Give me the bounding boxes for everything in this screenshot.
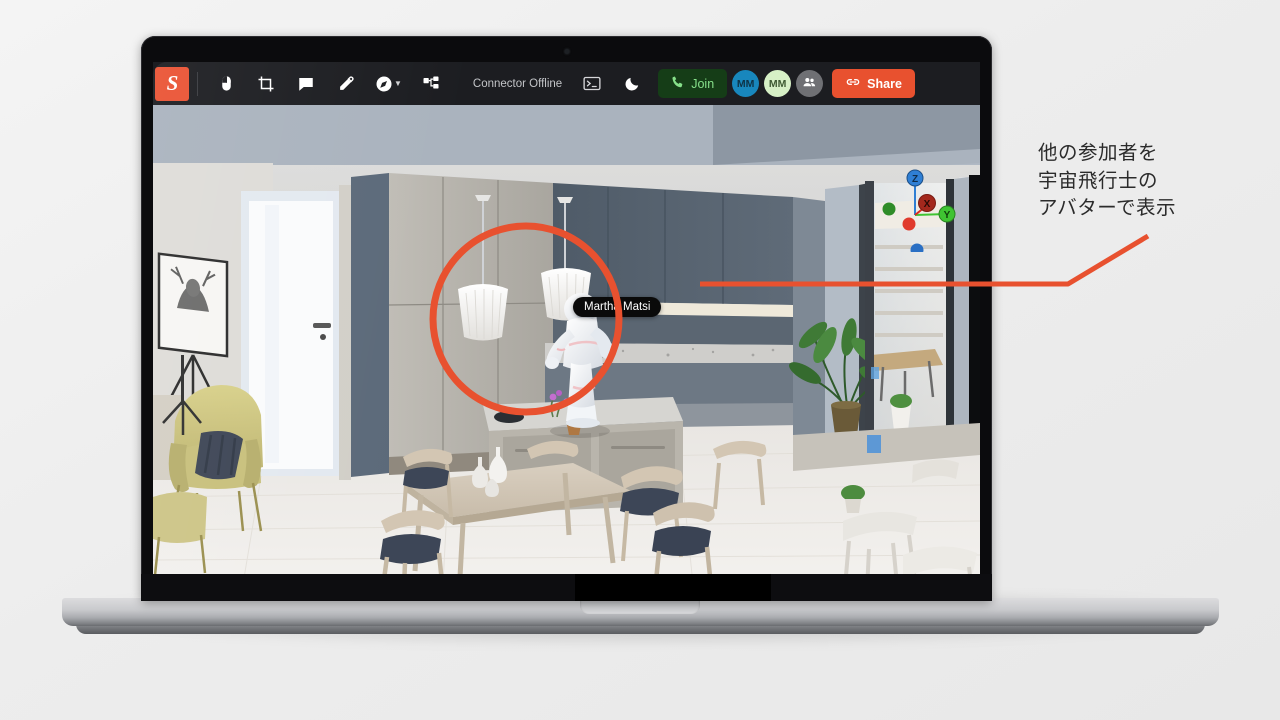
join-call-button[interactable]: Join [658, 69, 728, 98]
annotation-line-1: 他の参加者を [1038, 141, 1159, 164]
phone-icon [671, 75, 685, 92]
navigate-tool-button[interactable]: ▼ [371, 69, 406, 99]
avatar[interactable]: MM [732, 70, 760, 97]
app-logo[interactable]: S [155, 66, 189, 101]
laptop-screen: S ▼ Connector Offline Join MM MM Share M… [153, 62, 980, 584]
crop-icon [257, 75, 275, 93]
highlight-circle [429, 222, 623, 416]
eyedropper-tool-button[interactable] [331, 69, 361, 99]
chevron-down-icon: ▼ [394, 79, 402, 88]
annotation-line-3: アバターで表示 [1038, 196, 1177, 220]
comment-tool-button[interactable] [291, 69, 321, 99]
crop-tool-button[interactable] [251, 69, 281, 99]
mouse-icon [218, 75, 235, 92]
annotation-line-2: 宇宙飛行士の [1038, 168, 1159, 192]
hierarchy-tool-button[interactable] [416, 69, 446, 99]
select-tool-button[interactable] [211, 69, 241, 99]
dark-mode-toggle[interactable] [617, 69, 647, 99]
screenshot-root: S ▼ Connector Offline Join MM MM Share M… [0, 0, 1280, 720]
hierarchy-icon [422, 75, 440, 93]
people-icon [802, 75, 817, 93]
connector-status-label: Connector Offline [472, 77, 563, 90]
laptop-hinge-center [575, 574, 771, 601]
share-label: Share [867, 76, 902, 91]
console-button[interactable] [577, 69, 607, 99]
participants-button[interactable] [796, 70, 824, 97]
comment-icon [297, 75, 315, 93]
laptop-lid: S ▼ Connector Offline Join MM MM Share M… [141, 36, 992, 601]
annotation-text: 他の参加者を 宇宙飛行士の アバターで表示 [1038, 139, 1176, 222]
avatar[interactable]: MM [764, 70, 792, 97]
moon-icon [624, 75, 641, 92]
laptop-hinge [141, 574, 992, 601]
terminal-icon [583, 76, 601, 91]
3d-viewport[interactable]: Martha Matsi Z Y X [153, 105, 980, 584]
webcam-icon [564, 49, 569, 54]
eyedropper-icon [338, 75, 355, 92]
link-icon [845, 74, 861, 93]
toolbar-divider [197, 71, 198, 96]
share-button[interactable]: Share [832, 69, 915, 98]
join-label: Join [691, 76, 715, 91]
app-toolbar: S ▼ Connector Offline Join MM MM Share [153, 62, 980, 105]
compass-icon [375, 75, 393, 93]
